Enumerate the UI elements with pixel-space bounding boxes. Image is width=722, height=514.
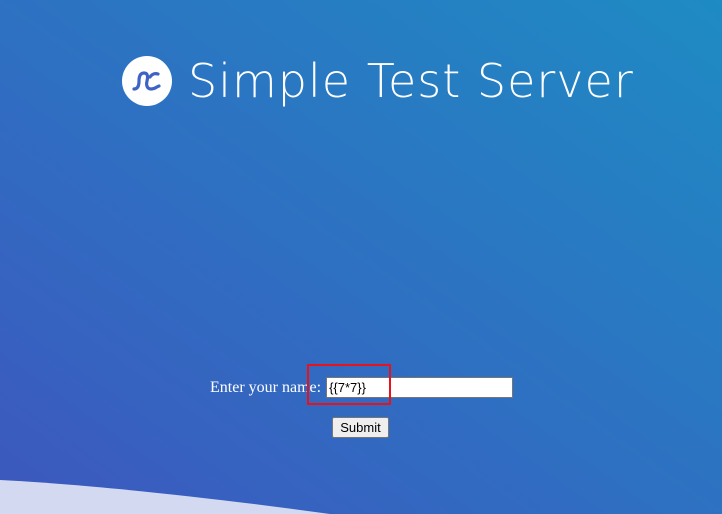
header: Simple Test Server [122, 56, 634, 106]
submit-button[interactable]: Submit [332, 417, 389, 438]
decorative-wave [0, 480, 330, 514]
name-input[interactable] [326, 377, 514, 398]
name-form-row: Enter your name: [210, 377, 514, 398]
wave-logo-icon [122, 56, 172, 106]
name-label: Enter your name: [210, 378, 322, 396]
page-title: Simple Test Server [188, 54, 634, 108]
